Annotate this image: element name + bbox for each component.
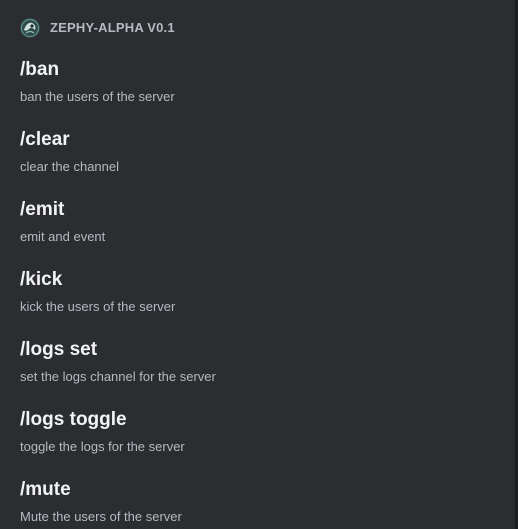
command-description: Mute the users of the server xyxy=(20,509,182,524)
bot-header: ZEPHY-ALPHA V0.1 xyxy=(20,18,175,38)
command-list: /ban ban the users of the server /clear … xyxy=(20,56,500,529)
command-item-ban[interactable]: /ban ban the users of the server xyxy=(20,56,500,126)
command-item-logs-set[interactable]: /logs set set the logs channel for the s… xyxy=(20,336,500,406)
command-description: set the logs channel for the server xyxy=(20,369,216,384)
command-item-emit[interactable]: /emit emit and event xyxy=(20,196,500,266)
bot-name: ZEPHY-ALPHA V0.1 xyxy=(50,20,175,35)
command-autocomplete-panel: ZEPHY-ALPHA V0.1 /ban ban the users of t… xyxy=(0,0,515,529)
command-description: kick the users of the server xyxy=(20,299,176,314)
command-item-logs-toggle[interactable]: /logs toggle toggle the logs for the ser… xyxy=(20,406,500,476)
bot-avatar-icon xyxy=(20,18,40,38)
command-name: /logs set xyxy=(20,339,98,360)
command-item-kick[interactable]: /kick kick the users of the server xyxy=(20,266,500,336)
command-name: /kick xyxy=(20,269,63,290)
command-description: toggle the logs for the server xyxy=(20,439,185,454)
command-name: /emit xyxy=(20,199,65,220)
command-description: ban the users of the server xyxy=(20,89,175,104)
command-name: /logs toggle xyxy=(20,409,127,430)
command-name: /mute xyxy=(20,479,71,500)
command-item-clear[interactable]: /clear clear the channel xyxy=(20,126,500,196)
command-name: /ban xyxy=(20,59,60,80)
command-description: clear the channel xyxy=(20,159,120,174)
command-item-mute[interactable]: /mute Mute the users of the server xyxy=(20,476,500,529)
command-name: /clear xyxy=(20,129,70,150)
command-description: emit and event xyxy=(20,229,106,244)
